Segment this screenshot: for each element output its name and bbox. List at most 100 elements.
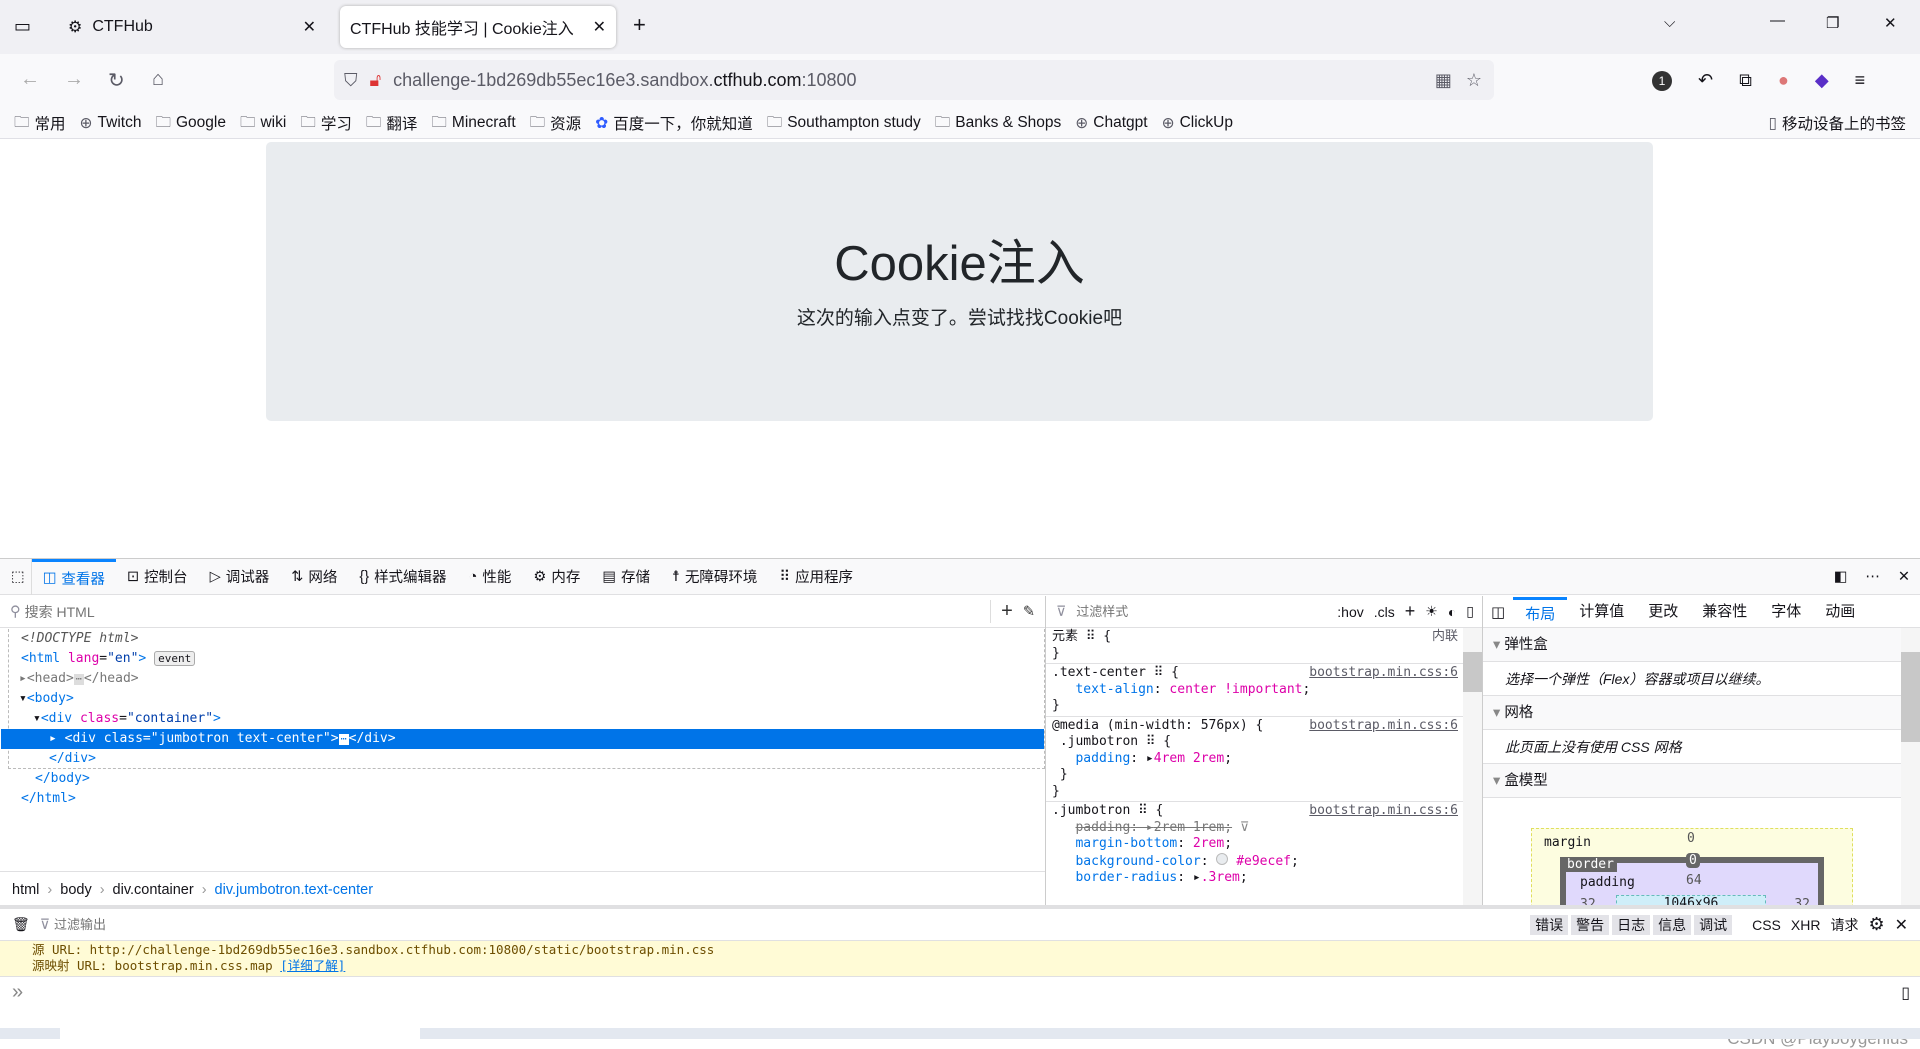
trash-icon[interactable]: 🗑︎ <box>12 916 30 933</box>
source-link[interactable]: bootstrap.min.css:6 <box>1309 665 1458 682</box>
tab-console[interactable]: ⊡ 控制台 <box>116 559 199 595</box>
source-link[interactable]: bootstrap.min.css:6 <box>1309 718 1458 735</box>
close-devtools-icon[interactable]: ✕ <box>1888 569 1920 585</box>
breadcrumb-item[interactable]: div.container <box>113 882 194 898</box>
value[interactable]: center !important <box>1169 682 1302 697</box>
filter-errors[interactable]: 错误 <box>1530 914 1569 935</box>
bookmark-folder[interactable]: 🗀︎ wiki <box>240 110 286 137</box>
chevron-down-icon[interactable]: ⌵ <box>1664 14 1675 31</box>
property[interactable]: background-color <box>1075 854 1200 869</box>
print-media-icon[interactable]: ▯ <box>1466 603 1474 620</box>
light-theme-icon[interactable]: ☀ <box>1425 603 1438 620</box>
value[interactable]: #e9ecef <box>1236 854 1291 869</box>
filter-styles-input[interactable] <box>1076 604 1257 619</box>
add-node-button[interactable]: + <box>990 600 1023 623</box>
tab-performance[interactable]: ◔ 性能 <box>458 559 523 595</box>
extension-icon[interactable]: ● <box>1778 70 1789 91</box>
filter-css[interactable]: CSS <box>1752 917 1781 933</box>
extension-diamond-icon[interactable]: ◆ <box>1815 70 1829 91</box>
tab-animations[interactable]: 动画 <box>1813 597 1867 627</box>
tab-layout[interactable]: 布局 <box>1513 596 1568 627</box>
html-close-node[interactable]: </html> <box>9 789 1044 809</box>
box-model-section-header[interactable]: ▾ 盒模型 <box>1483 764 1901 798</box>
extension-badge-icon[interactable]: 1 <box>1652 70 1672 91</box>
border-value[interactable]: 0 <box>1686 853 1700 868</box>
learn-more-link[interactable]: [详细了解] <box>280 958 345 973</box>
settings-gear-icon[interactable]: ⚙ <box>1868 914 1884 935</box>
breadcrumb-item-selected[interactable]: div.jumbotron.text-center <box>215 882 374 898</box>
filter-info[interactable]: 信息 <box>1653 914 1692 935</box>
address-bar[interactable]: ⛉ 🔓︎ challenge-1bd269db55ec16e3.sandbox.… <box>334 60 1494 100</box>
value[interactable]: .3rem <box>1201 870 1240 885</box>
tab-ctfhub[interactable]: ⚙ CTFHub ✕ <box>58 6 326 48</box>
color-swatch[interactable] <box>1216 852 1229 865</box>
cls-button[interactable]: .cls <box>1374 604 1395 620</box>
div-close-node[interactable]: </div> <box>9 749 1044 769</box>
filter-icon[interactable]: ⊽ <box>1240 820 1250 835</box>
filter-output-input[interactable] <box>54 917 355 932</box>
bookmark-folder[interactable]: 🗀︎ Google <box>155 110 226 137</box>
share-icon[interactable]: ↶ <box>1698 70 1713 91</box>
shield-icon[interactable]: ⛉ <box>344 70 358 91</box>
bookmark-link[interactable]: ⊕ Twitch <box>80 114 142 133</box>
reload-icon[interactable]: ↻ <box>108 68 125 93</box>
expand-badge[interactable]: ⋯ <box>73 674 84 685</box>
flexbox-section-header[interactable]: ▾ 弹性盒 <box>1483 628 1901 662</box>
layout-scrollbar[interactable] <box>1901 628 1920 907</box>
html-node[interactable]: <html lang="en"> event <box>9 649 1044 669</box>
container-node[interactable]: ▾<div class="container"> <box>9 709 1044 729</box>
filter-xhr[interactable]: XHR <box>1791 917 1821 933</box>
editor-mode-icon[interactable]: ▯ <box>1901 983 1910 1003</box>
scrollbar-thumb[interactable] <box>1901 652 1920 742</box>
home-icon[interactable]: ⌂ <box>152 68 164 91</box>
bookmark-star-icon[interactable]: ☆ <box>1466 70 1482 91</box>
search-html-input[interactable] <box>24 603 925 620</box>
scrollbar-thumb[interactable] <box>1463 652 1482 692</box>
insecure-lock-icon[interactable]: 🔓︎ <box>370 70 382 91</box>
body-close-node[interactable]: </body> <box>9 769 1044 789</box>
back-icon[interactable]: ← <box>20 68 40 91</box>
doctype-node[interactable]: <!DOCTYPE html> <box>9 629 1044 649</box>
close-window-button[interactable]: ✕ <box>1884 14 1897 32</box>
value-overridden[interactable]: 2rem 1rem <box>1154 820 1224 835</box>
tab-cookie-injection[interactable]: CTFHub 技能学习 | Cookie注入 ✕ <box>340 6 616 48</box>
tab-memory[interactable]: ⚙ 内存 <box>522 559 591 595</box>
breadcrumb-item[interactable]: html <box>12 882 39 898</box>
padding-value[interactable]: 64 <box>1686 873 1702 888</box>
tab-debugger[interactable]: ▷ 调试器 <box>199 559 281 595</box>
toggle-pane-icon[interactable]: ◫ <box>1483 603 1513 621</box>
property-overridden[interactable]: padding <box>1075 820 1130 835</box>
filter-debug[interactable]: 调试 <box>1694 914 1733 935</box>
source-link[interactable]: bootstrap.min.css:6 <box>1309 803 1458 820</box>
tab-accessibility[interactable]: ☨ 无障碍环境 <box>661 559 768 595</box>
property[interactable]: margin-bottom <box>1075 836 1177 851</box>
grid-section-header[interactable]: ▾ 网格 <box>1483 696 1901 730</box>
tab-computed[interactable]: 计算值 <box>1567 597 1636 627</box>
mobile-bookmarks[interactable]: ▯ 移动设备上的书签 <box>1768 112 1906 134</box>
property[interactable]: padding <box>1075 751 1130 766</box>
bookmark-folder[interactable]: 🗀︎ 资源 <box>530 110 582 137</box>
tab-application[interactable]: ⠿ 应用程序 <box>768 559 864 595</box>
tab-style-editor[interactable]: {} 样式编辑器 <box>348 559 457 595</box>
event-badge[interactable]: event <box>154 651 196 666</box>
margin-value[interactable]: 0 <box>1687 831 1695 846</box>
bookmark-folder[interactable]: 🗀︎ 常用 <box>14 110 66 137</box>
filter-warnings[interactable]: 警告 <box>1571 914 1610 935</box>
bookmark-folder[interactable]: 🗀︎ 学习 <box>300 110 352 137</box>
minimize-button[interactable]: — <box>1770 12 1785 29</box>
extensions-icon[interactable]: ⧉ <box>1739 70 1752 91</box>
property[interactable]: border-radius <box>1075 870 1177 885</box>
forward-icon[interactable]: → <box>64 68 84 91</box>
restore-button[interactable]: ❐ <box>1826 14 1839 32</box>
add-rule-button[interactable]: + <box>1405 601 1416 622</box>
more-icon[interactable]: ⋯ <box>1857 569 1888 585</box>
head-node[interactable]: ▸<head> ⋯ </head> <box>9 669 1044 689</box>
filter-requests[interactable]: 请求 <box>1830 915 1858 935</box>
tab-list-icon[interactable]: ▭ <box>14 16 31 37</box>
bookmark-folder[interactable]: 🗀︎ Southampton study <box>767 110 921 137</box>
eyedropper-icon[interactable]: ✎ <box>1023 604 1045 620</box>
tab-network[interactable]: ⇅ 网络 <box>280 559 348 595</box>
bookmark-link[interactable]: ⊕ Chatgpt <box>1075 114 1147 133</box>
dock-icon[interactable]: ◧ <box>1824 569 1858 585</box>
hov-button[interactable]: :hov <box>1337 604 1363 620</box>
